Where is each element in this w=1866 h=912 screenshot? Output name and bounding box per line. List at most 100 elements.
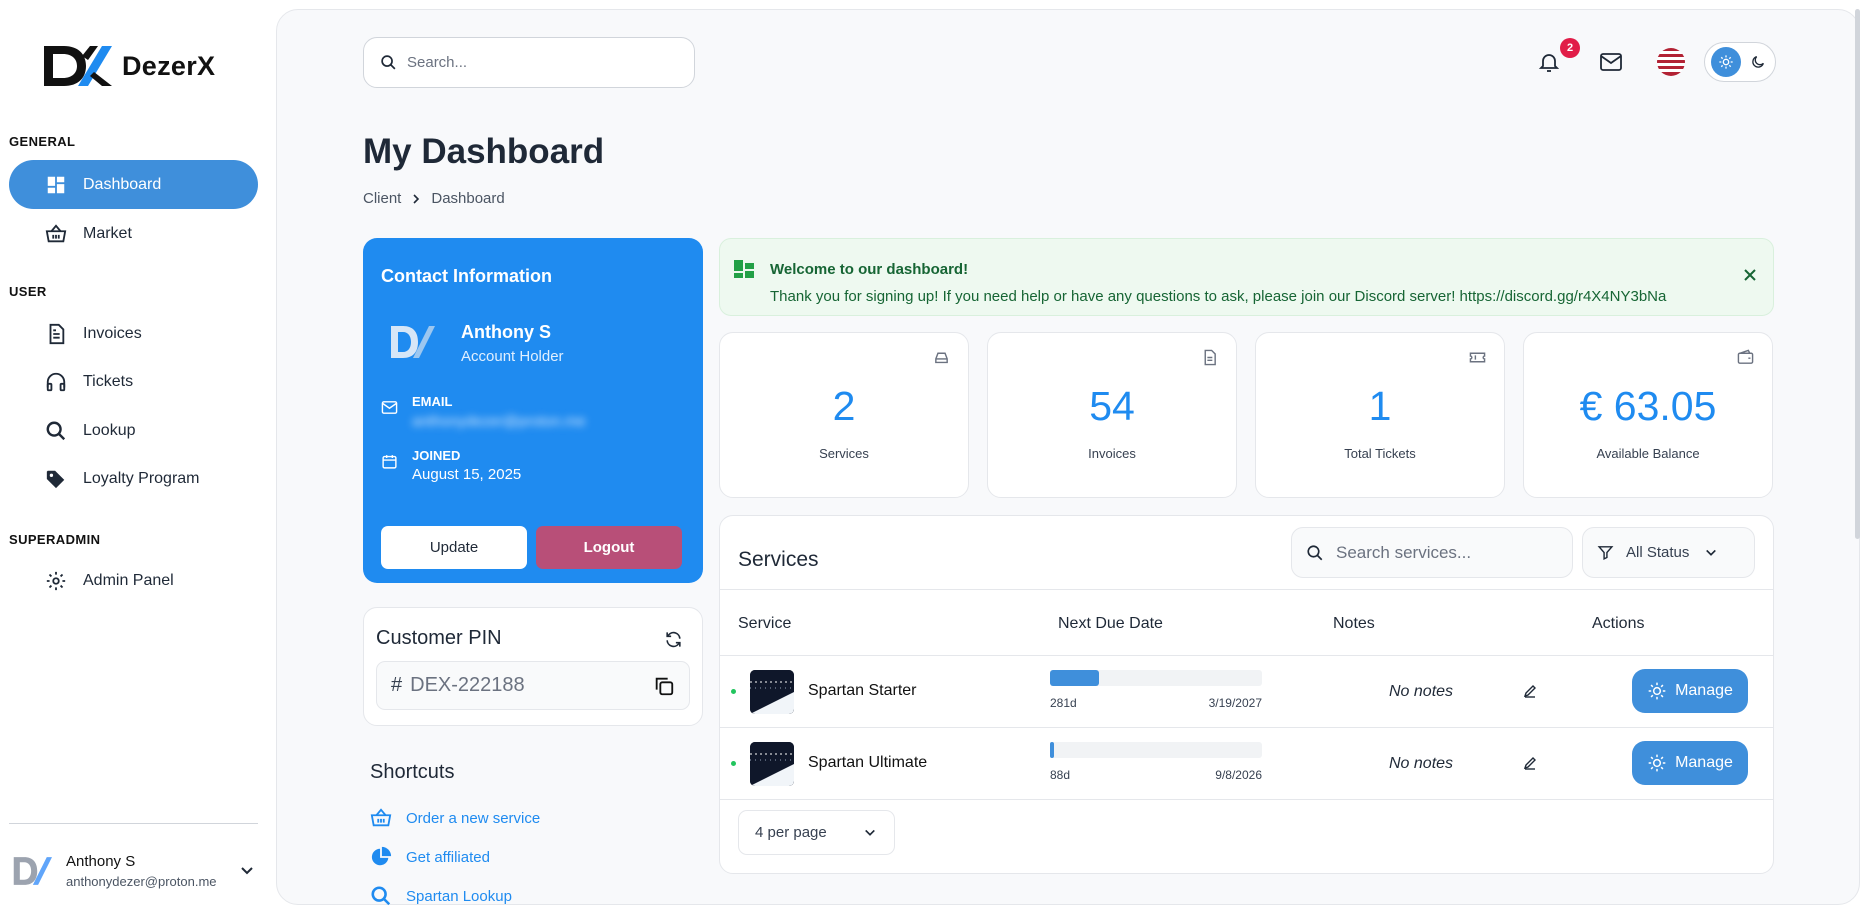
chevron-right-icon: [413, 193, 420, 204]
breadcrumb: Client Dashboard: [363, 190, 505, 207]
due-date: 9/8/2026: [1215, 768, 1262, 782]
column-header: Service: [738, 615, 792, 632]
shortcut-label: Get affiliated: [406, 848, 490, 866]
filter-icon: [1597, 546, 1614, 561]
language-flag-icon[interactable]: [1657, 48, 1685, 76]
service-name[interactable]: Spartan Ultimate: [808, 754, 927, 772]
sun-icon[interactable]: [1711, 47, 1741, 77]
sidebar-item-dashboard[interactable]: Dashboard: [9, 160, 258, 209]
status-filter-label: All Status: [1626, 544, 1690, 561]
search-icon: [371, 886, 391, 906]
gear-icon: [1648, 682, 1666, 700]
wallet-icon: [1737, 349, 1754, 364]
global-search[interactable]: [363, 37, 695, 88]
main-panel: 2 My Dashboard Client Dashboard Contact …: [276, 9, 1860, 907]
pencil-icon[interactable]: [1523, 684, 1537, 698]
services-search[interactable]: [1291, 527, 1573, 578]
dashboard-icon: [734, 260, 754, 278]
sidebar-item-invoices[interactable]: Invoices: [9, 309, 258, 358]
pin-value: DEX-222188: [410, 674, 525, 696]
sidebar-item-loyalty-program[interactable]: Loyalty Program: [9, 454, 258, 503]
contact-role: Account Holder: [461, 348, 564, 365]
mail-icon[interactable]: [1599, 51, 1623, 73]
email-value: anthonydezer@proton.me: [412, 413, 586, 430]
app-logo[interactable]: DezerX: [42, 44, 215, 88]
sidebar-item-label: Tickets: [83, 372, 134, 390]
section-general: GENERAL: [9, 134, 76, 149]
basket-icon: [45, 223, 67, 242]
per-page-select[interactable]: 4 per page: [738, 810, 895, 855]
chevron-down-icon: [1706, 549, 1717, 556]
email-label: EMAIL: [412, 394, 453, 409]
gear-icon: [1648, 754, 1666, 772]
status-filter[interactable]: All Status: [1582, 527, 1755, 578]
app-name: DezerX: [122, 50, 216, 81]
user-email: anthonydezer@proton.me: [66, 874, 217, 889]
search-icon: [46, 421, 66, 440]
search-input[interactable]: [407, 54, 667, 71]
bell-icon[interactable]: [1537, 50, 1561, 74]
table-row: Spartan Ultimate 88d 9/8/2026 No notes M…: [720, 728, 1773, 800]
alert-title: Welcome to our dashboard!: [770, 261, 969, 278]
moon-icon[interactable]: [1747, 51, 1769, 73]
refresh-icon[interactable]: [664, 630, 683, 649]
user-menu[interactable]: Anthony S anthonydezer@proton.me: [12, 846, 262, 896]
services-title: Services: [738, 548, 819, 571]
manage-button[interactable]: Manage: [1632, 741, 1748, 785]
close-icon[interactable]: [1743, 268, 1757, 282]
due-progress-fill: [1050, 670, 1099, 686]
dashboard-icon: [47, 176, 65, 193]
breadcrumb-client[interactable]: Client: [363, 190, 401, 207]
shortcut-get-affiliated[interactable]: Get affiliated: [370, 846, 490, 868]
server-icon: [935, 352, 948, 364]
logout-button[interactable]: Logout: [536, 526, 682, 569]
document-icon: [49, 323, 65, 344]
sidebar-item-label: Admin Panel: [83, 571, 174, 589]
due-progress-bar: [1050, 742, 1262, 758]
pin-hash: #: [391, 674, 403, 696]
sidebar-item-lookup[interactable]: Lookup: [9, 406, 258, 455]
chevron-down-icon[interactable]: [240, 864, 254, 878]
services-search-input[interactable]: [1336, 542, 1556, 563]
pin-field[interactable]: # DEX-222188: [376, 661, 690, 710]
table-row: Spartan Starter 281d 3/19/2027 No notes …: [720, 656, 1773, 728]
per-page-label: 4 per page: [755, 824, 827, 841]
mail-icon: [381, 401, 398, 414]
shortcut-label: Spartan Lookup: [406, 887, 512, 905]
update-button[interactable]: Update: [381, 526, 527, 569]
stat-label: Available Balance: [1596, 446, 1700, 461]
page-scrollbar[interactable]: [1855, 9, 1860, 539]
due-progress-fill: [1050, 742, 1055, 758]
stat-label: Services: [819, 446, 869, 461]
theme-toggle[interactable]: [1704, 42, 1776, 82]
stat-value: 54: [1089, 383, 1135, 429]
sidebar-item-admin-panel[interactable]: Admin Panel: [9, 556, 258, 605]
sidebar-item-label: Dashboard: [83, 175, 162, 193]
sidebar-item-label: Market: [83, 224, 132, 242]
welcome-alert: Welcome to our dashboard! Thank you for …: [719, 238, 1774, 316]
service-name[interactable]: Spartan Starter: [808, 682, 917, 700]
stat-card-invoices: 54 Invoices: [987, 332, 1237, 498]
manage-button[interactable]: Manage: [1632, 669, 1748, 713]
shortcut-order-service[interactable]: Order a new service: [370, 807, 540, 829]
joined-label: JOINED: [412, 448, 461, 463]
manage-label: Manage: [1675, 754, 1733, 771]
service-notes: No notes: [1389, 755, 1454, 772]
column-header: Actions: [1592, 615, 1645, 632]
stat-card-balance: € 63.05 Available Balance: [1523, 332, 1773, 498]
search-icon: [1307, 544, 1323, 560]
ticket-icon: [1469, 352, 1486, 363]
stat-value: 1: [1368, 383, 1392, 429]
pencil-icon[interactable]: [1523, 756, 1537, 770]
shortcuts-title: Shortcuts: [370, 761, 455, 783]
copy-icon[interactable]: [653, 675, 675, 697]
stat-label: Total Tickets: [1344, 446, 1416, 461]
breadcrumb-dashboard: Dashboard: [431, 190, 505, 207]
column-header: Next Due Date: [1058, 615, 1163, 632]
contact-name: Anthony S: [461, 322, 551, 342]
sidebar-item-tickets[interactable]: Tickets: [9, 357, 258, 406]
sidebar-item-label: Lookup: [83, 421, 136, 439]
page-title: My Dashboard: [363, 132, 605, 171]
sidebar-item-market[interactable]: Market: [9, 209, 258, 258]
shortcut-spartan-lookup[interactable]: Spartan Lookup: [370, 885, 512, 907]
